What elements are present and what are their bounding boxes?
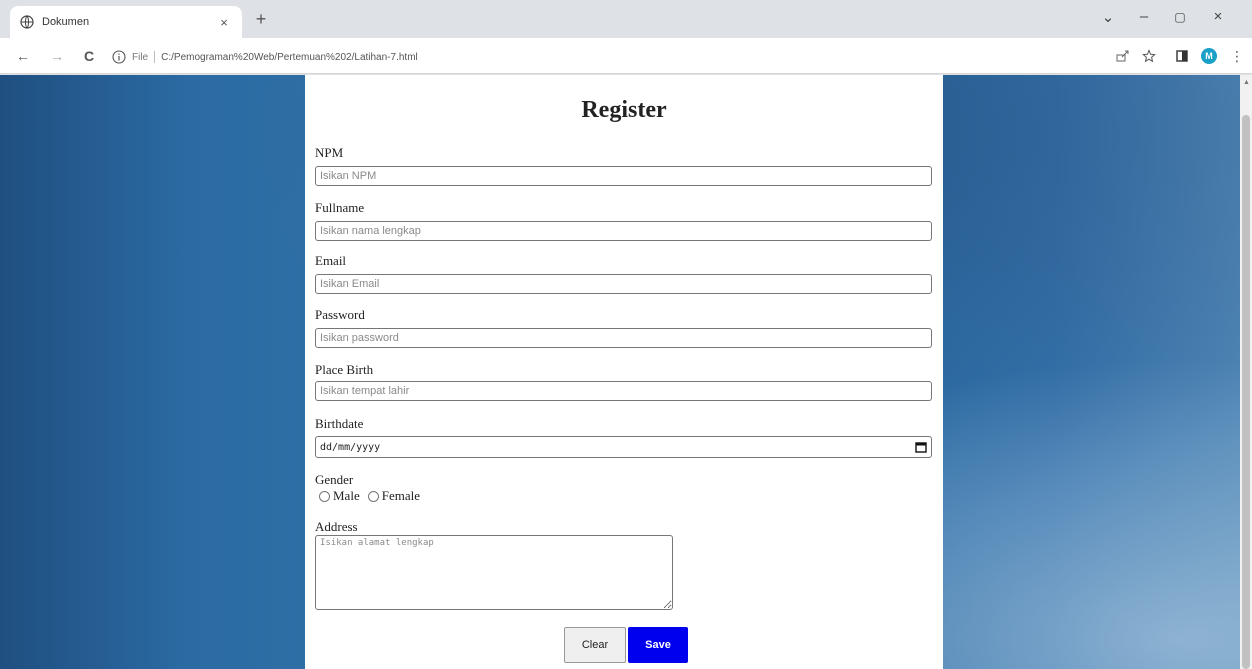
browser-tab[interactable]: Dokumen × [10,6,242,38]
fullname-input[interactable] [315,221,932,241]
male-radio[interactable] [319,490,330,502]
back-button[interactable]: ← [14,47,32,65]
forward-button[interactable]: → [48,47,66,65]
email-label: Email [315,253,347,268]
page-title: Register [581,97,667,123]
tab-search-icon[interactable]: ⌄ [1093,8,1123,26]
address-textarea[interactable] [315,535,673,610]
url-text[interactable]: C:/Pemograman%20Web/Pertemuan%202/Latiha… [161,52,418,63]
sidepanel-icon[interactable] [1173,47,1191,65]
menu-icon[interactable]: ⋮ [1228,47,1246,65]
page-scrollbar[interactable]: ▲ [1240,75,1252,669]
close-window-button[interactable]: × [1203,8,1233,25]
female-radio[interactable] [367,490,379,502]
globe-icon [20,15,34,29]
divider [154,51,156,63]
browser-toolbar: ← → C File C:/Pemograman%20Web/Pertemuan… [0,38,1252,74]
save-button[interactable]: Save [628,627,688,663]
place-birth-input[interactable] [315,381,932,401]
scrollbar-thumb[interactable] [1242,115,1250,669]
profile-avatar[interactable]: M [1201,48,1217,64]
info-icon[interactable] [112,50,126,64]
calendar-icon[interactable] [915,441,927,453]
npm-label: NPM [315,145,344,160]
page-viewport: Register NPM Fullname Email Password Pla… [0,75,1240,669]
email-input[interactable] [315,274,932,294]
clear-button[interactable]: Clear [564,627,626,663]
gender-label: Gender [315,472,354,487]
birthdate-input[interactable]: dd/mm/yyyy [315,436,932,458]
tab-strip: Dokumen × + ⌄ – ▢ × [0,0,1252,38]
address-bar[interactable]: File C:/Pemograman%20Web/Pertemuan%202/L… [112,45,1112,69]
register-form: Register NPM Fullname Email Password Pla… [305,75,943,669]
reload-button[interactable]: C [80,47,98,65]
gender-option-female[interactable]: Female [367,488,420,504]
birthdate-placeholder: dd/mm/yyyy [320,441,381,453]
tab-close-icon[interactable]: × [216,15,232,30]
share-icon[interactable] [1114,47,1132,65]
tab-title: Dokumen [42,16,90,28]
scheme-label: File [132,51,149,63]
npm-input[interactable] [315,166,932,186]
scroll-up-icon[interactable]: ▲ [1243,79,1250,86]
password-label: Password [315,307,365,322]
birthdate-label: Birthdate [315,416,364,431]
maximize-button[interactable]: ▢ [1165,10,1195,24]
password-input[interactable] [315,328,932,348]
place-birth-label: Place Birth [315,362,374,377]
female-label: Female [381,488,420,503]
fullname-label: Fullname [315,200,365,215]
male-label: Male [333,488,360,503]
gender-radio-group: Male Female [319,488,428,504]
star-icon[interactable] [1140,47,1158,65]
address-label: Address [315,519,358,534]
gender-option-male[interactable]: Male [319,488,360,504]
new-tab-button[interactable]: + [250,9,272,30]
minimize-button[interactable]: – [1129,8,1159,25]
